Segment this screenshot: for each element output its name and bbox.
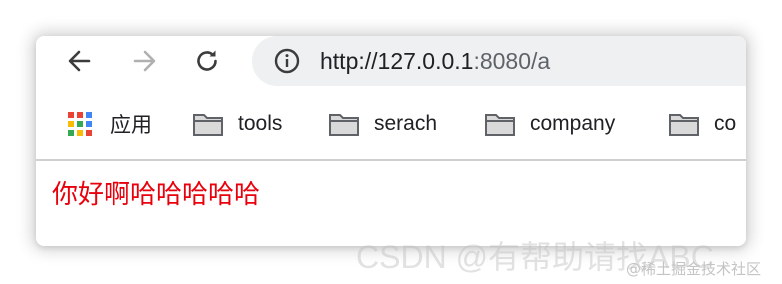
reload-button[interactable] [190, 44, 224, 78]
bookmarks-bar: 应用 tools serach company co [36, 102, 746, 146]
bookmark-label: serach [374, 112, 438, 135]
url-text[interactable]: http://127.0.0.1:8080/a [320, 46, 550, 76]
address-bar[interactable]: http://127.0.0.1:8080/a [252, 36, 746, 86]
toolbar-divider [36, 159, 746, 161]
juejin-watermark: @稀土掘金技术社区 [626, 260, 762, 278]
apps-grid-icon [68, 112, 92, 136]
url-path: :8080/a [473, 48, 551, 74]
reload-icon [197, 50, 217, 71]
folder-icon [329, 114, 359, 136]
forward-button[interactable] [128, 44, 162, 78]
folder-icon [485, 114, 515, 136]
bookmark-folder-tools[interactable]: tools [192, 108, 282, 140]
url-host: http://127.0.0.1 [320, 48, 474, 74]
arrow-right-icon [133, 50, 156, 72]
folder-icon [669, 114, 699, 136]
info-icon[interactable] [274, 48, 300, 74]
arrow-left-icon [68, 50, 91, 72]
bookmark-folder-serach[interactable]: serach [328, 108, 437, 140]
bookmark-label: co [714, 112, 737, 135]
bookmark-apps[interactable]: 应用 [66, 108, 152, 140]
bookmark-label: company [530, 112, 616, 135]
folder-icon [193, 114, 223, 136]
bookmark-apps-label: 应用 [110, 114, 152, 137]
browser-window: http://127.0.0.1:8080/a 应用 tools serach … [36, 36, 746, 246]
back-button[interactable] [62, 44, 96, 78]
browser-toolbar: http://127.0.0.1:8080/a [36, 36, 746, 86]
page-body-text: 你好啊哈哈哈哈哈 [52, 180, 261, 210]
bookmark-label: tools [238, 112, 283, 135]
bookmark-folder-co[interactable]: co [668, 108, 736, 140]
bookmark-folder-company[interactable]: company [484, 108, 615, 140]
